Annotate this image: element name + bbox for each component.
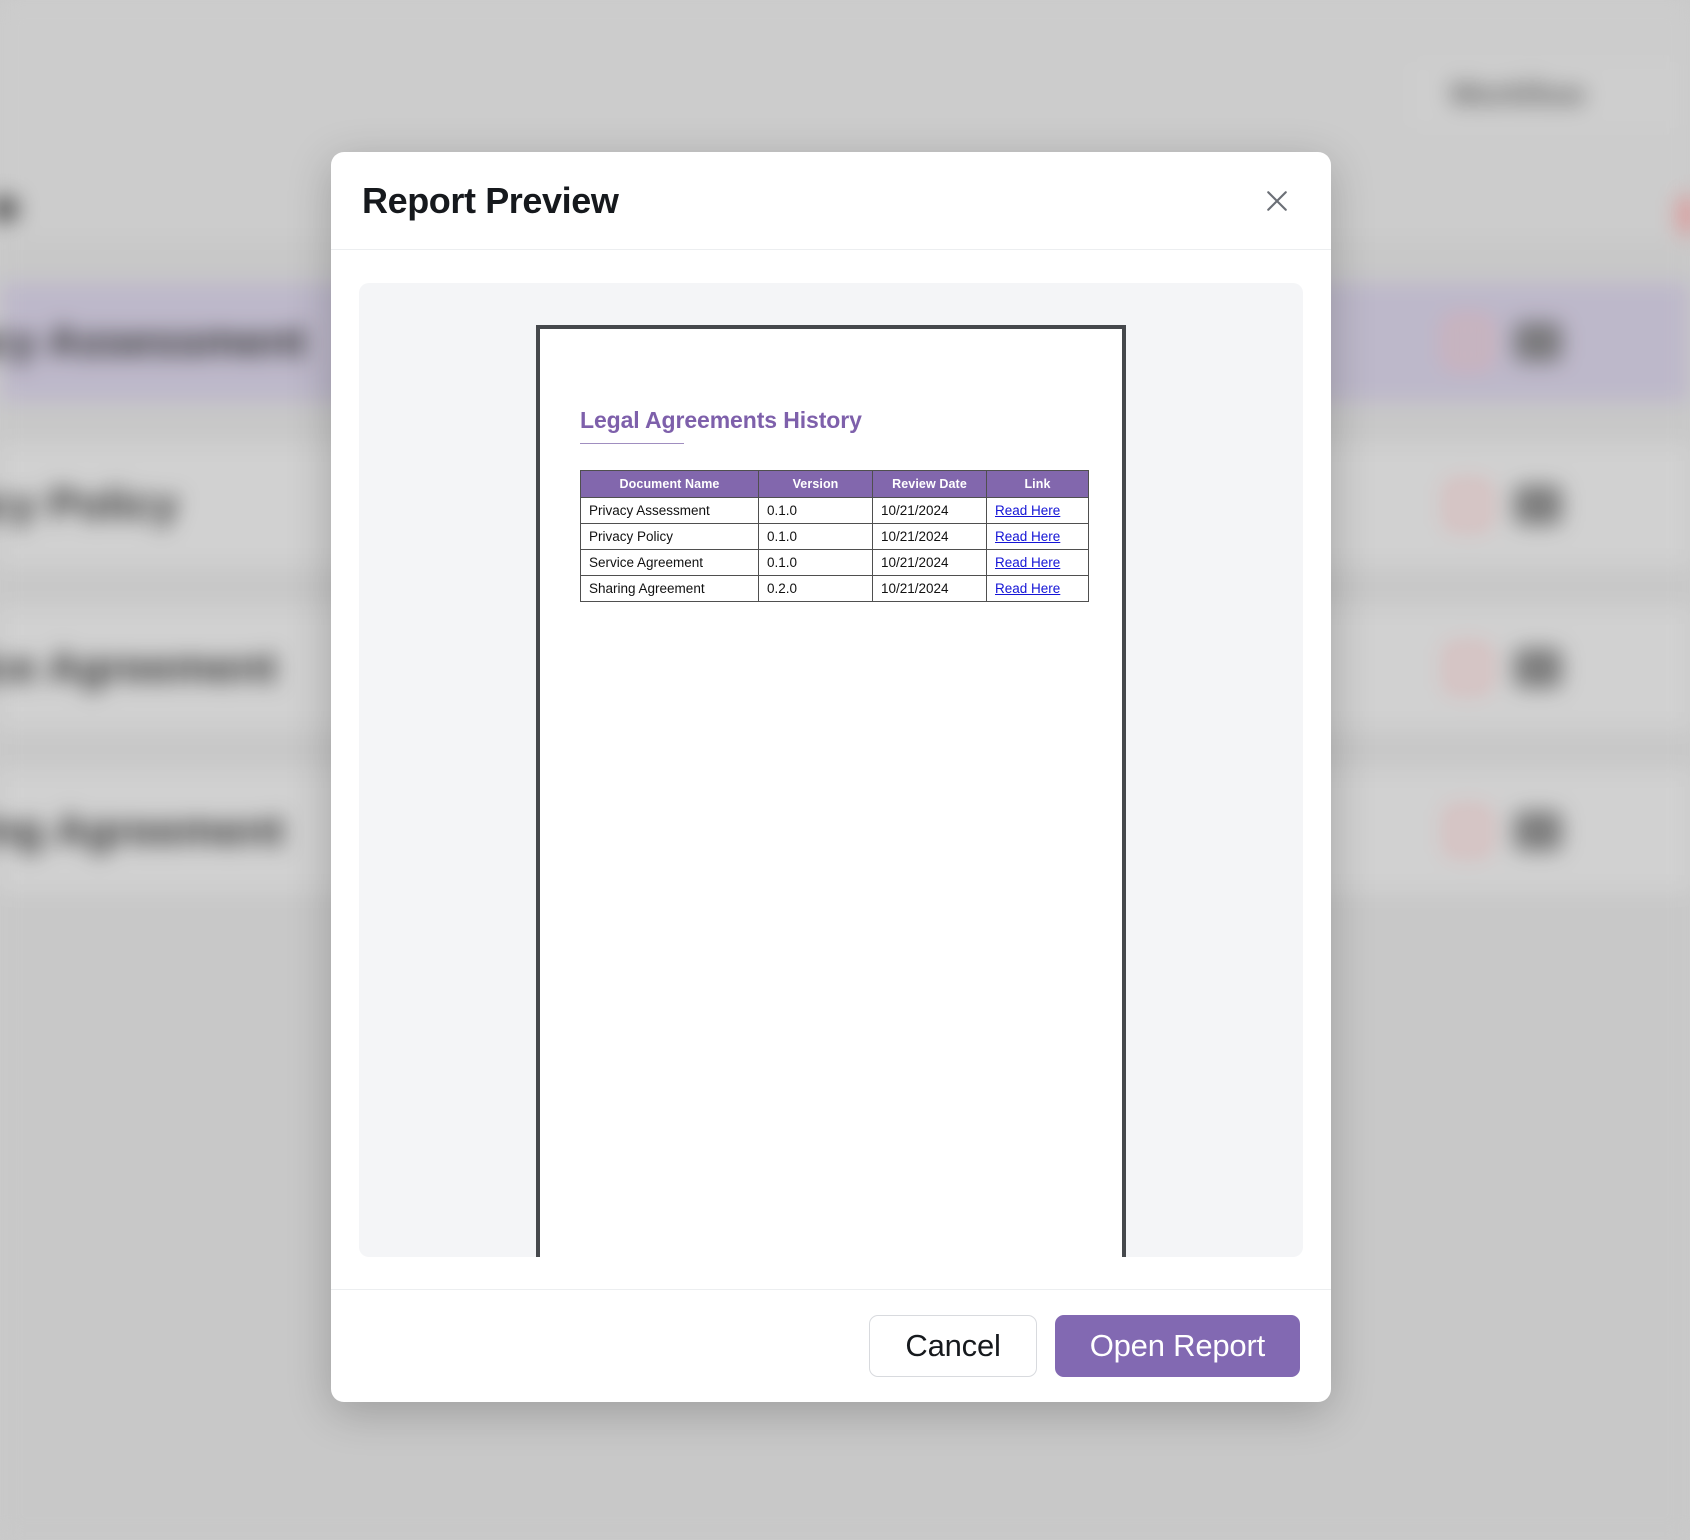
read-here-link[interactable]: Read Here [995, 555, 1060, 570]
cell-version: 0.1.0 [758, 497, 873, 524]
legal-agreements-table: Document Name Version Review Date Link P… [580, 470, 1089, 602]
modal-header: Report Preview [331, 152, 1331, 250]
open-report-button[interactable]: Open Report [1054, 1315, 1300, 1377]
column-header-version: Version [758, 470, 873, 498]
cell-version: 0.1.0 [758, 549, 873, 576]
cell-review-date: 10/21/2024 [872, 549, 987, 576]
close-button[interactable] [1254, 178, 1300, 224]
cell-link: Read Here [986, 497, 1089, 524]
cell-review-date: 10/21/2024 [872, 523, 987, 550]
read-here-link[interactable]: Read Here [995, 503, 1060, 518]
read-here-link[interactable]: Read Here [995, 581, 1060, 596]
cancel-button[interactable]: Cancel [869, 1315, 1037, 1377]
report-preview-modal: Report Preview Legal Agreements History … [331, 152, 1331, 1402]
column-header-link: Link [986, 470, 1089, 498]
report-heading: Legal Agreements History [580, 407, 862, 433]
table-row: Privacy Policy 0.1.0 10/21/2024 Read Her… [580, 523, 1089, 550]
cell-document-name: Service Agreement [580, 549, 759, 576]
report-preview-surface[interactable]: Legal Agreements History Document Name V… [359, 283, 1303, 1257]
column-header-review-date: Review Date [872, 470, 987, 498]
cell-link: Read Here [986, 575, 1089, 602]
table-row: Privacy Assessment 0.1.0 10/21/2024 Read… [580, 497, 1089, 524]
cell-link: Read Here [986, 523, 1089, 550]
read-here-link[interactable]: Read Here [995, 529, 1060, 544]
cell-version: 0.2.0 [758, 575, 873, 602]
cell-document-name: Sharing Agreement [580, 575, 759, 602]
table-row: Service Agreement 0.1.0 10/21/2024 Read … [580, 549, 1089, 576]
report-document-page: Legal Agreements History Document Name V… [536, 325, 1126, 1257]
report-heading-rule [580, 443, 684, 444]
table-header-row: Document Name Version Review Date Link [580, 470, 1089, 498]
cell-document-name: Privacy Assessment [580, 497, 759, 524]
cell-document-name: Privacy Policy [580, 523, 759, 550]
cell-review-date: 10/21/2024 [872, 497, 987, 524]
cell-version: 0.1.0 [758, 523, 873, 550]
modal-body: Legal Agreements History Document Name V… [331, 250, 1331, 1289]
column-header-document-name: Document Name [580, 470, 759, 498]
page-title: Report Preview [362, 179, 619, 221]
cell-link: Read Here [986, 549, 1089, 576]
close-icon [1262, 186, 1292, 216]
table-row: Sharing Agreement 0.2.0 10/21/2024 Read … [580, 575, 1089, 602]
cell-review-date: 10/21/2024 [872, 575, 987, 602]
modal-footer: Cancel Open Report [331, 1289, 1331, 1402]
